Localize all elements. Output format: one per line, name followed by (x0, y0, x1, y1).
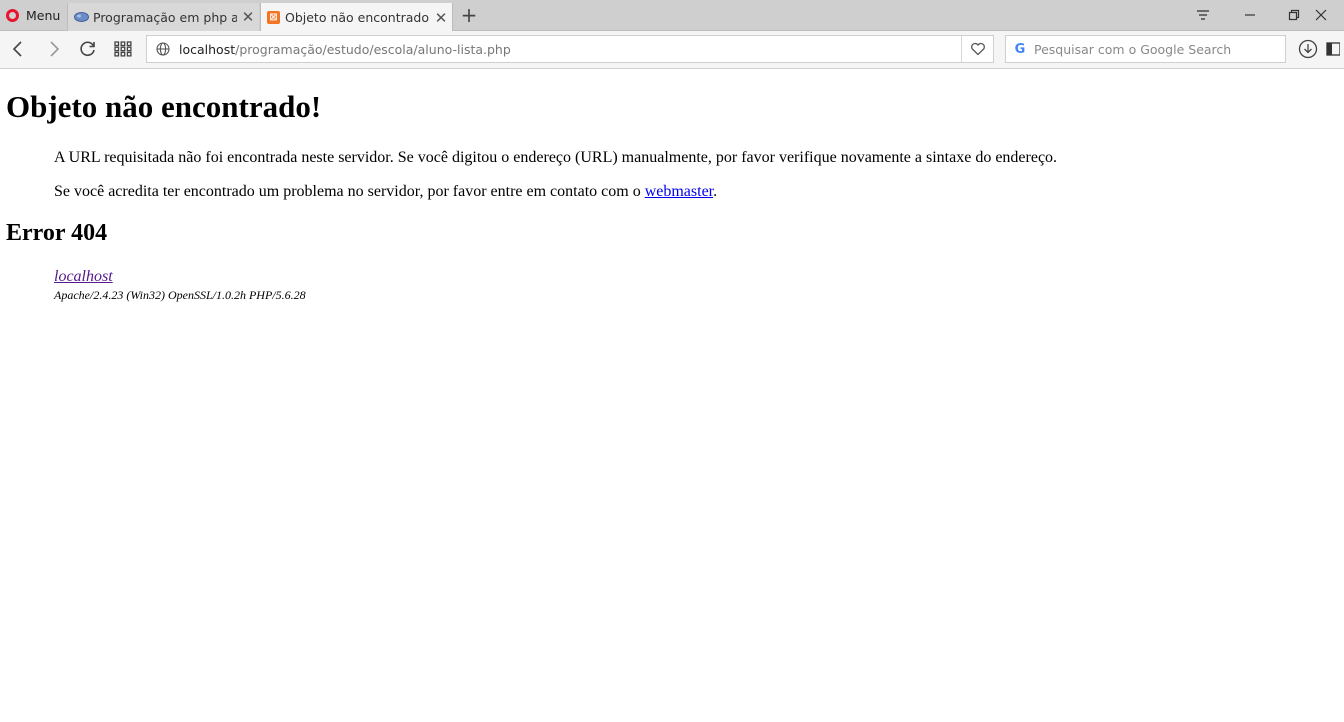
back-arrow-icon (12, 41, 22, 57)
close-glyph-icon (1315, 9, 1327, 21)
tab-strip: Menu Programação em php apar ✕ ⊠ Objeto … (0, 0, 1344, 32)
bookmark-heart-icon[interactable] (961, 36, 993, 62)
server-signature: Apache/2.4.23 (Win32) OpenSSL/1.0.2h PHP… (54, 288, 306, 302)
contact-text-end: . (713, 183, 718, 200)
tab-menu-icon[interactable] (1180, 0, 1226, 30)
server-address: localhost Apache/2.4.23 (Win32) OpenSSL/… (54, 268, 306, 303)
opera-logo-icon (6, 9, 19, 22)
menu-label: Menu (26, 8, 61, 23)
opera-menu-button[interactable]: Menu (0, 0, 66, 31)
speed-dial-grid-icon (114, 41, 132, 57)
page-content: Objeto não encontrado! A URL requisitada… (0, 69, 1344, 722)
google-g-icon: G (1014, 41, 1026, 57)
contact-text: Se você acredita ter encontrado um probl… (54, 183, 645, 200)
tab-programacao-php[interactable]: Programação em php apar ✕ (67, 3, 259, 31)
error-code-heading: Error 404 (6, 220, 108, 246)
page-title: Objeto não encontrado! (6, 89, 322, 124)
error-description: A URL requisitada não foi encontrada nes… (54, 149, 1058, 166)
tab-close-icon[interactable]: ✕ (430, 9, 452, 27)
speed-dial-button[interactable] (109, 35, 137, 63)
reload-icon (80, 41, 95, 57)
new-tab-plus-icon[interactable]: + (458, 4, 480, 28)
tab-title: Objeto não encontrado! (285, 10, 430, 25)
globe-icon (147, 42, 179, 56)
url-host: localhost (179, 41, 236, 57)
localhost-link[interactable]: localhost (54, 268, 113, 285)
php-elephant-icon (74, 12, 89, 22)
webmaster-link[interactable]: webmaster (645, 183, 713, 200)
search-placeholder: Pesquisar com o Google Search (1034, 41, 1232, 57)
tab-objeto-nao-encontrado[interactable]: ⊠ Objeto não encontrado! ✕ (260, 3, 453, 32)
download-icon (1298, 39, 1318, 59)
forward-arrow-icon (50, 41, 60, 57)
sidebar-panel-icon (1326, 42, 1340, 56)
minimize-icon[interactable] (1227, 0, 1273, 30)
back-button[interactable] (4, 35, 32, 63)
forward-button[interactable] (40, 35, 68, 63)
reload-button[interactable] (74, 35, 102, 63)
url-path: /programação/estudo/escola/aluno-lista.p… (235, 41, 511, 57)
xampp-icon: ⊠ (267, 11, 280, 24)
downloads-button[interactable] (1294, 35, 1322, 63)
close-window-icon[interactable] (1298, 0, 1344, 30)
tab-menu-glyph-icon (1197, 10, 1209, 20)
tab-close-icon[interactable]: ✕ (237, 8, 259, 26)
browser-toolbar: localhost/programação/estudo/escola/alun… (0, 31, 1344, 69)
address-bar[interactable]: localhost/programação/estudo/escola/alun… (146, 35, 994, 63)
search-box[interactable]: G Pesquisar com o Google Search (1005, 35, 1286, 63)
sidebar-toggle-button[interactable] (1326, 35, 1344, 63)
contact-paragraph: Se você acredita ter encontrado um probl… (54, 183, 717, 201)
minimize-glyph-icon (1245, 14, 1255, 16)
tab-title: Programação em php apar (93, 9, 237, 25)
